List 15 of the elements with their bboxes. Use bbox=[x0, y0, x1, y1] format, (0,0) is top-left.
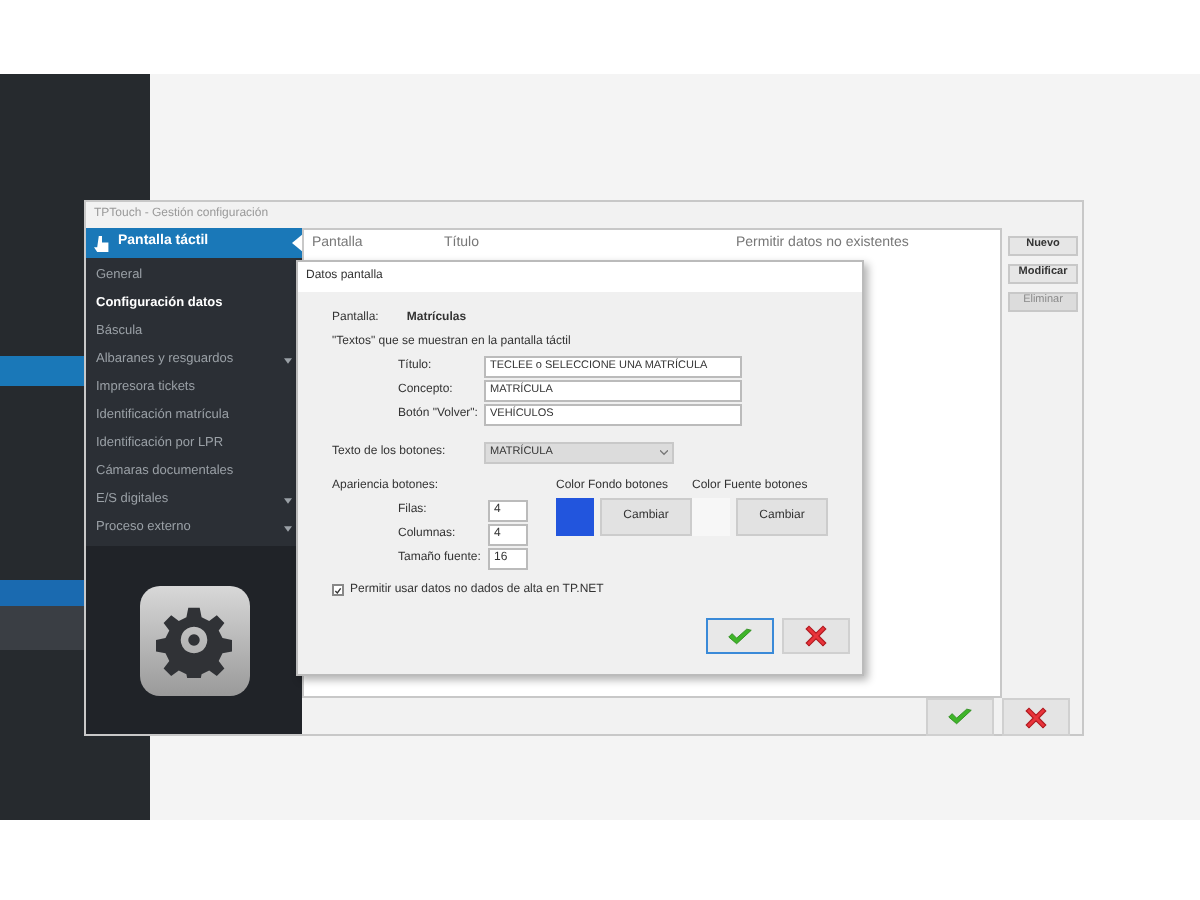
background-panel bbox=[0, 606, 84, 650]
hand-icon bbox=[94, 233, 110, 253]
close-icon bbox=[1022, 703, 1050, 731]
close-icon bbox=[802, 622, 830, 650]
gear-icon bbox=[156, 602, 232, 678]
background-highlight-bar bbox=[0, 580, 84, 606]
cancel-button[interactable] bbox=[782, 618, 850, 654]
background-highlight-bar bbox=[0, 356, 84, 386]
ok-button[interactable] bbox=[706, 618, 774, 654]
checkmark-icon bbox=[946, 708, 974, 726]
checkmark-icon bbox=[726, 627, 754, 645]
checkmark-icon bbox=[334, 585, 342, 595]
cancel-button[interactable] bbox=[1002, 698, 1070, 736]
checkbox[interactable] bbox=[332, 584, 344, 596]
chevron-icon bbox=[660, 449, 668, 455]
